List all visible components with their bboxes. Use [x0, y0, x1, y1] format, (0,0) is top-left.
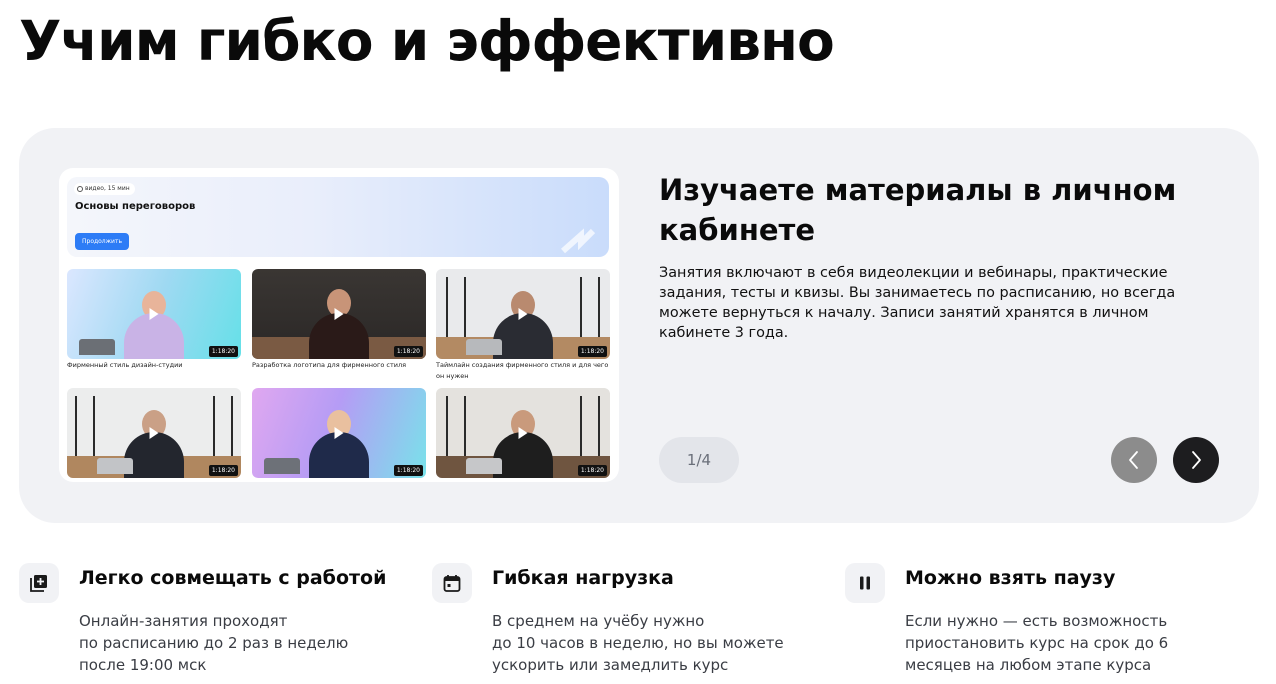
video-duration: 1:18:20 [393, 465, 423, 476]
feature-line: месяцев на любом этапе курса [905, 656, 1152, 674]
laptop [466, 339, 502, 355]
video-thumbnail: 1:18:20 [436, 269, 610, 359]
slide-title: Изучаете материалы в личном кабинете [659, 173, 1177, 247]
clock-icon [77, 186, 83, 192]
video-caption: Таймлайн создания фирменного стиля и для… [436, 361, 609, 380]
slide-counter: 1/4 [659, 437, 739, 483]
feature-description: В среднем на учёбу нужно до 10 часов в н… [492, 610, 802, 676]
play-icon [334, 308, 344, 320]
laptop [264, 458, 300, 474]
video-thumbnail: 1:18:20 [67, 269, 241, 359]
video-thumbnail: 1:18:20 [252, 388, 426, 478]
video-duration: 1:18:20 [208, 465, 238, 476]
video-duration: 1:18:20 [577, 465, 607, 476]
laptop [466, 458, 502, 474]
feature-description: Онлайн-занятия проходят по расписанию до… [79, 610, 389, 676]
page-title: Учим гибко и эффективно [19, 9, 835, 73]
feature-title: Легко совмещать с работой [79, 567, 387, 589]
feature-line: после 19:00 мск [79, 656, 207, 674]
feature-title: Гибкая нагрузка [492, 567, 674, 589]
feature-icon-box [845, 563, 885, 603]
video-duration: 1:18:20 [393, 346, 423, 357]
laptop [79, 339, 115, 355]
materials-slider: видео, 15 мин Основы переговоров Продолж… [19, 128, 1259, 523]
pause-icon [860, 576, 870, 590]
play-icon [149, 308, 159, 320]
video-thumbnail: 1:18:20 [436, 388, 610, 478]
feature-icon-box [19, 563, 59, 603]
feature-line: Если нужно — есть возможность [905, 612, 1168, 630]
continue-button: Продолжить [75, 233, 129, 250]
calendar-icon [443, 575, 461, 592]
video-badge-label: видео, 15 мин [85, 185, 130, 192]
video-duration: 1:18:20 [577, 346, 607, 357]
feature-line: по расписанию до 2 раз в неделю [79, 634, 349, 652]
feature-line: до 10 часов в неделю, но вы можете [492, 634, 784, 652]
play-icon [149, 427, 159, 439]
chevron-right-icon [1192, 451, 1201, 469]
video-thumbnail: 1:18:20 [252, 269, 426, 359]
next-slide-button[interactable] [1173, 437, 1219, 483]
feature-title: Можно взять паузу [905, 567, 1116, 589]
arrow-up-decoration-icon [561, 228, 596, 254]
chevron-left-icon [1129, 451, 1138, 469]
laptop [97, 458, 133, 474]
course-banner: видео, 15 мин Основы переговоров Продолж… [67, 177, 609, 257]
play-icon [518, 308, 528, 320]
feature-icon-box [432, 563, 472, 603]
cabinet-preview-image: видео, 15 мин Основы переговоров Продолж… [59, 168, 619, 482]
add-library-icon [30, 575, 47, 592]
video-thumbnail: 1:18:20 [67, 388, 241, 478]
feature-line: Онлайн-занятия проходят [79, 612, 288, 630]
video-caption: Фирменный стиль дизайн-студии [67, 361, 183, 369]
play-icon [518, 427, 528, 439]
feature-line: ускорить или замедлить курс [492, 656, 729, 674]
video-caption: Разработка логотипа для фирменного стиля [252, 361, 407, 369]
feature-description: Если нужно — есть возможность приостанов… [905, 610, 1215, 676]
previous-slide-button[interactable] [1111, 437, 1157, 483]
slide-description: Занятия включают в себя видеолекции и ве… [659, 265, 1176, 341]
course-title: Основы переговоров [75, 201, 196, 212]
feature-line: В среднем на учёбу нужно [492, 612, 705, 630]
video-badge: видео, 15 мин [74, 183, 135, 195]
video-duration: 1:18:20 [208, 346, 238, 357]
feature-line: приостановить курс на срок до 6 [905, 634, 1169, 652]
play-icon [334, 427, 344, 439]
